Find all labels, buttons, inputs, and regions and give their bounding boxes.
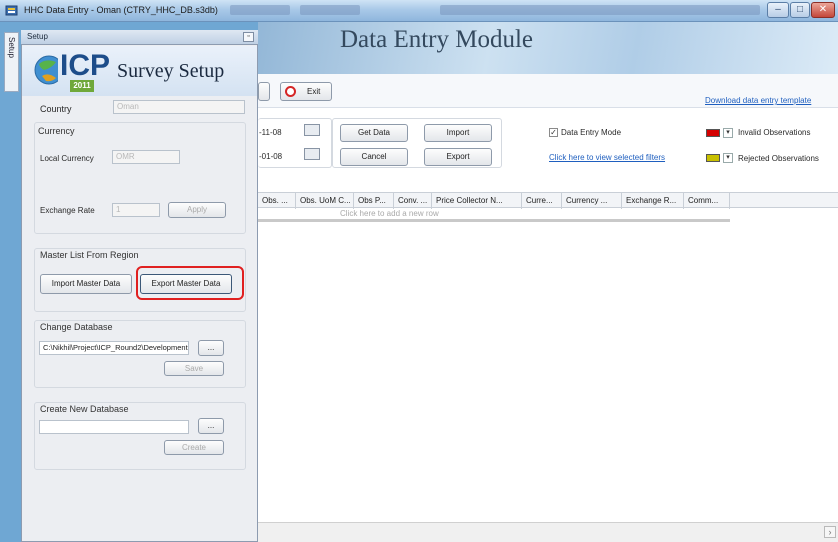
window-title: HHC Data Entry - Oman (CTRY_HHC_DB.s3db)	[24, 5, 218, 15]
exit-icon	[285, 86, 296, 97]
invalid-color-dropdown[interactable]: ▾	[723, 128, 733, 138]
grid-header: Obs. ... Obs. UoM C... Obs P... Conv. ..…	[258, 192, 838, 209]
blurred-title-region	[230, 5, 290, 15]
logo-year: 2011	[70, 80, 94, 92]
close-button[interactable]: ✕	[811, 2, 835, 18]
setup-panel-title: Setup	[27, 32, 48, 41]
new-database-path-field[interactable]	[39, 420, 189, 434]
apply-button[interactable]: Apply	[168, 202, 226, 218]
change-database-section-title: Change Database	[40, 322, 113, 332]
add-new-row[interactable]: Click here to add a new row	[340, 209, 439, 218]
survey-setup-title: Survey Setup	[117, 60, 225, 82]
currency-section-title: Currency	[38, 126, 75, 136]
data-entry-mode-checkbox[interactable]: ✓	[549, 128, 558, 137]
pin-icon[interactable]: ▫	[243, 32, 254, 42]
data-entry-mode-label: Data Entry Mode	[561, 128, 622, 137]
export-master-data-button[interactable]: Export Master Data	[140, 274, 232, 294]
database-path-field[interactable]: C:\Nikhil\Project\ICP_Round2\Development	[39, 341, 189, 355]
date-to-value: -01-08	[259, 152, 283, 161]
toolbar-button-partial[interactable]	[258, 82, 270, 101]
module-title: Data Entry Module	[340, 26, 534, 53]
browse-database-button[interactable]: ...	[198, 340, 224, 356]
get-data-button[interactable]: Get Data	[340, 124, 408, 142]
grid-column-header[interactable]: Obs. UoM C...	[296, 193, 354, 209]
download-template-link[interactable]: Download data entry template	[705, 96, 811, 105]
blurred-title-region	[300, 5, 360, 15]
rejected-color-dropdown[interactable]: ▾	[723, 153, 733, 163]
view-filters-link[interactable]: Click here to view selected filters	[549, 153, 665, 162]
minimize-button[interactable]: –	[767, 2, 789, 18]
app-icon	[5, 5, 18, 16]
blurred-title-region	[440, 5, 760, 15]
horizontal-scrollbar[interactable]	[258, 522, 838, 542]
grid-column-header[interactable]: Comm...	[684, 193, 730, 209]
grid-column-header[interactable]: Currency ...	[562, 193, 622, 209]
grid-column-header[interactable]: Obs. ...	[258, 193, 296, 209]
rejected-observations-label: Rejected Observations	[738, 154, 819, 163]
setup-panel-header	[21, 30, 258, 45]
cancel-button[interactable]: Cancel	[340, 148, 408, 166]
export-button[interactable]: Export	[424, 148, 492, 166]
country-field[interactable]: Oman	[113, 100, 245, 114]
grid-column-header[interactable]: Exchange R...	[622, 193, 684, 209]
maximize-button[interactable]: □	[790, 2, 810, 18]
create-button[interactable]: Create	[164, 440, 224, 455]
grid-row-divider	[258, 219, 730, 222]
grid-column-header[interactable]: Curre...	[522, 193, 562, 209]
local-currency-label: Local Currency	[40, 154, 94, 163]
import-master-data-button[interactable]: Import Master Data	[40, 274, 132, 294]
import-button[interactable]: Import	[424, 124, 492, 142]
create-database-section-title: Create New Database	[40, 404, 129, 414]
calendar-icon[interactable]	[304, 124, 320, 136]
scroll-right-arrow[interactable]: ›	[824, 526, 836, 538]
exit-button[interactable]: Exit	[280, 82, 332, 101]
exchange-rate-label: Exchange Rate	[40, 206, 95, 215]
globe-logo-icon	[34, 55, 58, 85]
local-currency-field[interactable]: OMR	[112, 150, 180, 164]
save-button[interactable]: Save	[164, 361, 224, 376]
grid-column-header[interactable]: Conv. ...	[394, 193, 432, 209]
setup-side-tab[interactable]: Setup	[4, 32, 19, 92]
browse-new-database-button[interactable]: ...	[198, 418, 224, 434]
country-label: Country	[40, 104, 72, 114]
invalid-observations-label: Invalid Observations	[738, 128, 811, 137]
invalid-color-swatch	[706, 129, 720, 137]
date-from-value: -11-08	[259, 128, 282, 137]
calendar-icon[interactable]	[304, 148, 320, 160]
logo-text: ICP	[60, 49, 111, 82]
exchange-rate-field[interactable]: 1	[112, 203, 160, 217]
grid-column-header[interactable]: Obs P...	[354, 193, 394, 209]
master-list-section-title: Master List From Region	[40, 250, 139, 260]
rejected-color-swatch	[706, 154, 720, 162]
grid-column-header[interactable]: Price Collector N...	[432, 193, 522, 209]
